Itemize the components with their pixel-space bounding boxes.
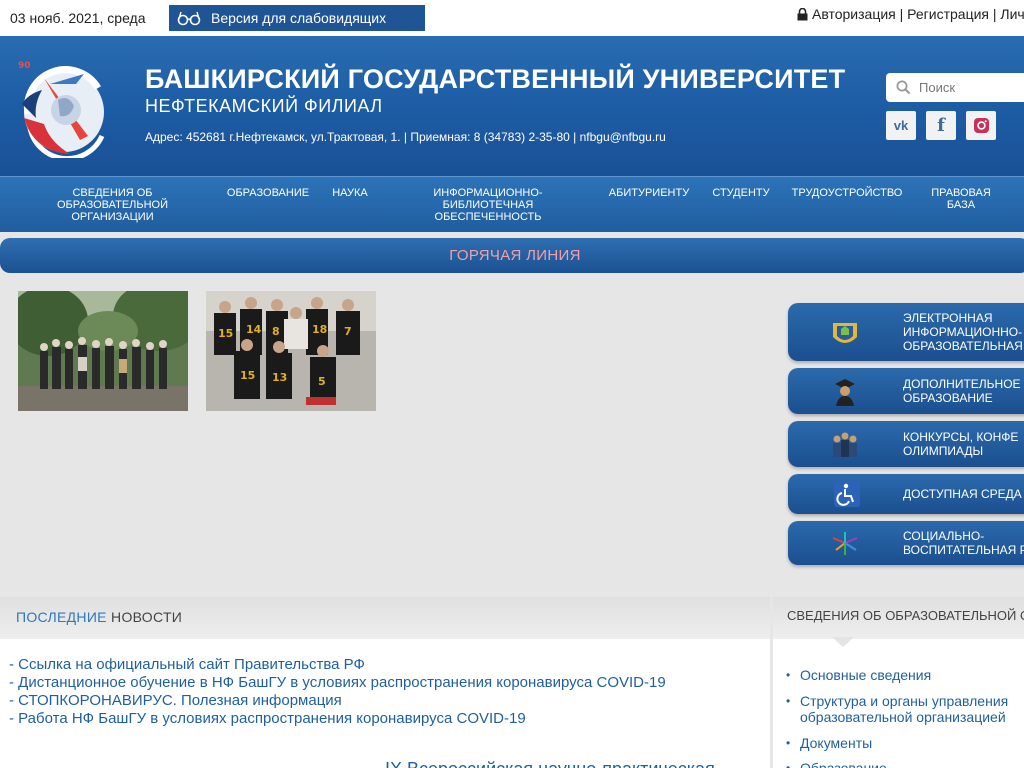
org-info-item-label: Документы xyxy=(800,735,873,751)
news-link[interactable]: - Работа НФ БашГУ в условиях распростран… xyxy=(9,710,526,727)
svg-text:90: 90 xyxy=(18,61,31,71)
nav-item-org-info[interactable]: СВЕДЕНИЯ ОБ ОБРАЗОВАТЕЛЬНОЙ ОРГАНИЗАЦИИ xyxy=(50,187,175,223)
news-heading-rest: НОВОСТИ xyxy=(111,609,183,625)
accessible-environment-label: ДОСТУПНАЯ СРЕДА xyxy=(903,487,1022,501)
svg-text:7: 7 xyxy=(344,325,352,338)
news-link[interactable]: - СТОПКОРОНАВИРУС. Полезная информация xyxy=(9,692,342,709)
nav-item-science[interactable]: НАУКА xyxy=(325,187,375,199)
low-vision-version-button[interactable]: Версия для слабовидящих xyxy=(169,5,425,31)
competitions-label: КОНКУРСЫ, КОНФЕ ОЛИМПИАДЫ xyxy=(903,430,1019,458)
site-header: 90 БАШКИРСКИЙ ГОСУДАРСТВЕННЫЙ УНИВЕРСИТЕ… xyxy=(0,36,1024,176)
auth-links[interactable]: Авторизация | Регистрация | Лич xyxy=(797,6,1024,22)
nav-item-students[interactable]: СТУДЕНТУ xyxy=(704,187,778,199)
org-info-item-label: Образование xyxy=(800,760,887,768)
news-link[interactable]: - Дистанционное обучение в НФ БашГУ в ус… xyxy=(9,674,666,691)
search-input[interactable] xyxy=(919,80,1019,95)
svg-text:14: 14 xyxy=(246,323,262,336)
eios-button[interactable]: ЭЛЕКТРОННАЯ ИНФОРМАЦИОННО- ОБРАЗОВАТЕЛЬН… xyxy=(788,303,1024,361)
svg-text:15: 15 xyxy=(240,369,255,382)
glasses-icon xyxy=(177,11,201,26)
volleyball-team-photo[interactable]: 15 14 8 18 7 15 13 5 xyxy=(206,291,376,411)
svg-text:18: 18 xyxy=(312,323,327,336)
accessible-environment-button[interactable]: ДОСТУПНАЯ СРЕДА xyxy=(788,474,1024,514)
org-info-item-basic[interactable]: Основные сведения xyxy=(786,667,1016,683)
nav-item-library[interactable]: ИНФОРМАЦИОННО-БИБЛИОТЕЧНАЯ ОБЕСПЕЧЕННОСТ… xyxy=(420,187,556,223)
nav-item-legal-base[interactable]: ПРАВОВАЯ БАЗА xyxy=(922,187,1000,211)
instagram-glyph xyxy=(973,118,989,133)
additional-education-label: ДОПОЛНИТЕЛЬНОЕ ОБРАЗОВАНИЕ xyxy=(903,377,1021,405)
hotline-banner[interactable]: ГОРЯЧАЯ ЛИНИЯ xyxy=(0,238,1024,273)
instagram-icon[interactable] xyxy=(966,111,996,140)
news-heading-accent: ПОСЛЕДНИЕ xyxy=(16,609,107,625)
svg-text:8: 8 xyxy=(272,325,280,338)
main-nav: СВЕДЕНИЯ ОБ ОБРАЗОВАТЕЛЬНОЙ ОРГАНИЗАЦИИ … xyxy=(0,176,1024,232)
svg-text:5: 5 xyxy=(318,375,326,388)
latest-news-header: ПОСЛЕДНИЕ НОВОСТИ xyxy=(0,597,770,639)
wheelchair-icon xyxy=(834,481,860,507)
org-info-item-label: Структура и органы управления образовате… xyxy=(800,693,1009,725)
current-date: 03 нояб. 2021, среда xyxy=(10,10,146,26)
news-link[interactable]: - Ссылка на официальный сайт Правительст… xyxy=(9,656,365,673)
lock-icon xyxy=(797,7,808,20)
svg-text:13: 13 xyxy=(272,371,287,384)
people-group-icon xyxy=(833,432,857,457)
nav-item-applicants[interactable]: АБИТУРИЕНТУ xyxy=(603,187,695,199)
org-info-item-label: Основные сведения xyxy=(800,667,932,683)
fireworks-icon xyxy=(832,532,858,555)
low-vision-label: Версия для слабовидящих xyxy=(211,10,387,26)
news-heading: ПОСЛЕДНИЕ НОВОСТИ xyxy=(16,609,182,625)
org-info-heading: СВЕДЕНИЯ ОБ ОБРАЗОВАТЕЛЬНОЙ О xyxy=(787,608,1024,623)
additional-education-button[interactable]: ДОПОЛНИТЕЛЬНОЕ ОБРАЗОВАНИЕ xyxy=(788,368,1024,414)
svg-text:15: 15 xyxy=(218,327,233,340)
search-icon xyxy=(896,80,911,95)
competitions-button[interactable]: КОНКУРСЫ, КОНФЕ ОЛИМПИАДЫ xyxy=(788,421,1024,467)
nav-item-education[interactable]: ОБРАЗОВАНИЕ xyxy=(222,187,314,199)
hotline-label: ГОРЯЧАЯ ЛИНИЯ xyxy=(449,247,581,264)
org-info-item-documents[interactable]: Документы xyxy=(786,735,1016,751)
org-info-pointer xyxy=(832,637,854,647)
university-crest-icon xyxy=(833,323,857,343)
group-photo-park[interactable] xyxy=(18,291,188,411)
auth-text[interactable]: Авторизация | Регистрация | Лич xyxy=(812,6,1024,22)
org-info-item-education[interactable]: Образование xyxy=(786,760,1016,768)
social-upbringing-label: СОЦИАЛЬНО- ВОСПИТАТЕЛЬНАЯ Р xyxy=(903,529,1024,557)
university-title: БАШКИРСКИЙ ГОСУДАРСТВЕННЫЙ УНИВЕРСИТЕТ xyxy=(145,64,846,94)
org-info-item-structure[interactable]: Структура и органы управления образовате… xyxy=(786,693,1016,725)
vk-icon[interactable]: vk xyxy=(886,111,916,140)
eios-label: ЭЛЕКТРОННАЯ ИНФОРМАЦИОННО- ОБРАЗОВАТЕЛЬН… xyxy=(903,311,1023,353)
top-bar: 03 нояб. 2021, среда Версия для слабовид… xyxy=(0,0,1024,36)
org-info-header: СВЕДЕНИЯ ОБ ОБРАЗОВАТЕЛЬНОЙ О xyxy=(773,597,1024,639)
news-feature-title[interactable]: IX Всероссийская научно-практическая xyxy=(385,759,715,768)
branch-subtitle: НЕФТЕКАМСКИЙ ФИЛИАЛ xyxy=(145,96,383,116)
graduate-icon xyxy=(835,379,855,406)
search-box[interactable] xyxy=(886,73,1024,102)
news-list: - Ссылка на официальный сайт Правительст… xyxy=(0,639,770,768)
nav-item-employment[interactable]: ТРУДОУСТРОЙСТВО xyxy=(784,187,910,199)
university-logo[interactable]: 90 xyxy=(14,54,110,158)
facebook-icon[interactable]: f xyxy=(926,111,956,140)
contact-address: Адрес: 452681 г.Нефтекамск, ул.Трактовая… xyxy=(145,130,666,144)
social-upbringing-button[interactable]: СОЦИАЛЬНО- ВОСПИТАТЕЛЬНАЯ Р xyxy=(788,521,1024,565)
